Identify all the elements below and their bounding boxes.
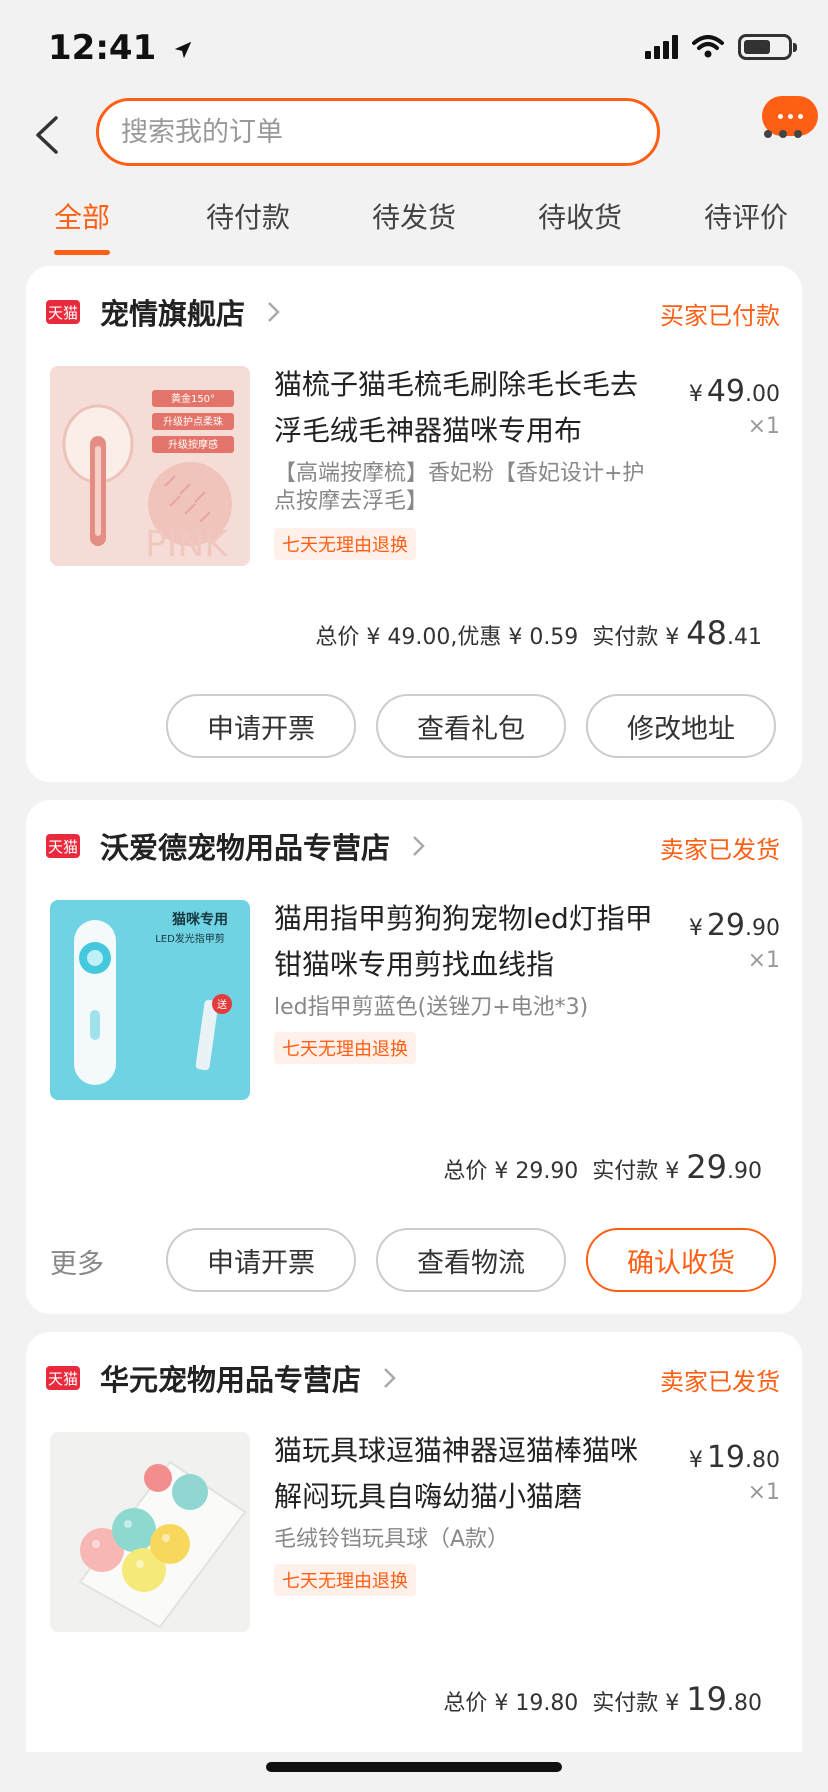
image-label: 升级按摩感 [168,438,218,451]
image-label: 送 [217,998,227,1011]
image-label: PINK [145,524,229,565]
shop-header[interactable]: 天猫 宠情旗舰店 [46,292,285,332]
tab-pending-payment[interactable]: 待付款 [206,196,290,236]
status-time: 12:41 [48,28,194,68]
confirm-receipt-button[interactable]: 确认收货 [586,1228,776,1292]
view-gift-button[interactable]: 查看礼包 [376,694,566,758]
product-image[interactable]: 黄金150° 升级护点柔珠 升级按摩感 PINK [50,366,250,566]
cat-brush-image: 黄金150° 升级护点柔珠 升级按摩感 PINK [50,366,250,566]
tab-pending-shipment[interactable]: 待发货 [372,196,456,236]
cat-toy-ball-image [50,1432,250,1632]
battery-icon [738,34,797,60]
image-label: LED发光指甲剪 [155,932,225,945]
shop-name: 宠情旗舰店 [100,297,246,331]
return-policy-badge: 七天无理由退换 [274,528,416,560]
tab-all[interactable]: 全部 [54,196,110,236]
product-quantity: ×1 [747,1480,780,1505]
location-arrow-icon [174,41,192,58]
order-tabs: 全部 待付款 待发货 待收货 待评价 [0,196,828,258]
status-bar: 12:41 [0,0,828,96]
product-spec: 【高端按摩梳】香妃粉【香妃设计+护点按摩去浮毛】 [274,461,645,514]
chevron-right-icon [384,1368,396,1388]
image-label: 黄金150° [171,392,215,405]
order-status: 卖家已发货 [660,836,780,864]
chevron-right-icon [268,302,280,322]
more-options-icon[interactable] [764,130,802,138]
view-logistics-button[interactable]: 查看物流 [376,1228,566,1292]
order-card: 天猫 宠情旗舰店 买家已付款 黄金150° 升级护点柔珠 升级按摩感 PINK … [26,266,802,782]
header [0,96,828,176]
return-policy-badge: 七天无理由退换 [274,1032,416,1064]
image-label: 猫咪专用 [172,911,228,928]
tmall-logo-icon: 天猫 [46,300,80,324]
tab-indicator [54,250,110,255]
tab-pending-receipt[interactable]: 待收货 [538,196,622,236]
modify-address-button[interactable]: 修改地址 [586,694,776,758]
product-spec: 毛绒铃铛玩具球（A款） [274,1527,510,1552]
tmall-logo-icon: 天猫 [46,1366,80,1390]
more-link[interactable]: 更多 [50,1242,104,1281]
order-card: 天猫 沃爱德宠物用品专营店 卖家已发货 送 猫咪专用 LED发光指甲剪 猫用指甲… [26,800,802,1314]
product-quantity: ×1 [747,948,780,973]
image-label: 升级护点柔珠 [163,415,223,428]
cellular-signal-icon [645,35,678,59]
search-input[interactable] [121,116,657,148]
order-total: 总价 ¥ 49.00,优惠 ¥ 0.59 实付款 ¥ 48.41 [315,614,762,652]
shop-name: 沃爱德宠物用品专营店 [100,831,391,865]
product-title[interactable]: 猫玩具球逗猫神器逗猫棒猫咪解闷玩具自嗨幼猫小猫磨 [274,1428,654,1520]
product-spec: led指甲剪蓝色(送锉刀+电池*3) [274,995,589,1020]
home-indicator[interactable] [266,1762,562,1772]
return-policy-badge: 七天无理由退换 [274,1564,416,1596]
product-price: ¥29.90 [688,908,780,943]
product-price: ¥19.80 [688,1440,780,1475]
product-quantity: ×1 [747,414,780,439]
shop-header[interactable]: 天猫 沃爱德宠物用品专营店 [46,826,430,866]
tmall-logo-icon: 天猫 [46,834,80,858]
shop-name: 华元宠物用品专营店 [100,1363,362,1397]
product-title[interactable]: 猫用指甲剪狗狗宠物led灯指甲钳猫咪专用剪找血线指 [274,896,654,988]
nail-clipper-image: 送 猫咪专用 LED发光指甲剪 [50,900,250,1100]
product-image[interactable] [50,1432,250,1632]
back-arrow-icon[interactable] [24,110,74,160]
product-title[interactable]: 猫梳子猫毛梳毛刷除毛长毛去浮毛绒毛神器猫咪专用布 [274,362,654,454]
request-invoice-button[interactable]: 申请开票 [166,694,356,758]
shop-header[interactable]: 天猫 华元宠物用品专营店 [46,1358,401,1398]
order-total: 总价 ¥ 19.80 实付款 ¥ 19.80 [443,1680,762,1718]
product-image[interactable]: 送 猫咪专用 LED发光指甲剪 [50,900,250,1100]
order-status: 买家已付款 [660,302,780,330]
wifi-icon [692,35,724,58]
tab-pending-review[interactable]: 待评价 [704,196,788,236]
order-card: 天猫 华元宠物用品专营店 卖家已发货 猫玩具球逗猫神器逗猫棒猫咪解闷玩具自嗨幼猫… [26,1332,802,1752]
chevron-right-icon [413,836,425,856]
search-box[interactable] [96,98,660,166]
order-status: 卖家已发货 [660,1368,780,1396]
product-price: ¥49.00 [688,374,780,409]
order-total: 总价 ¥ 29.90 实付款 ¥ 29.90 [443,1148,762,1186]
request-invoice-button[interactable]: 申请开票 [166,1228,356,1292]
status-icons [645,34,797,60]
